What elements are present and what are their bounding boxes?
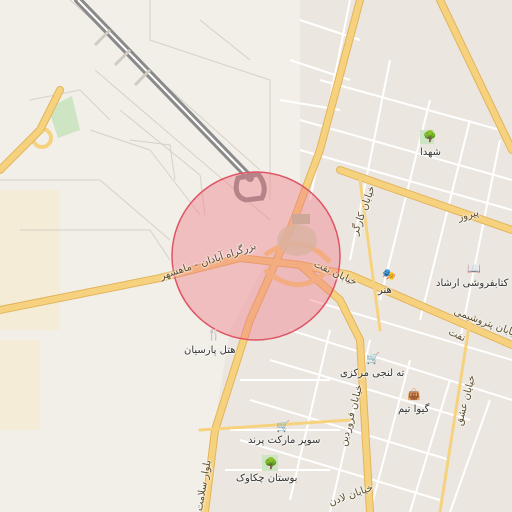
park-icon[interactable]: 🌳 [423, 130, 437, 144]
poi-label-giva-team[interactable]: گیوا تیم [398, 404, 429, 415]
poi-label-honar[interactable]: هنر [378, 285, 392, 296]
bag-icon[interactable]: 👜 [407, 388, 421, 402]
theater-icon[interactable]: 🎭 [382, 268, 396, 282]
restaurant-icon[interactable]: 🍴 [207, 328, 221, 342]
poi-label-bustan-chakavak[interactable]: بوستان چکاوک [236, 473, 297, 484]
poi-label-teh-lenji[interactable]: ته لنجی مرکزی [340, 368, 404, 379]
book-icon[interactable]: 📖 [467, 262, 481, 276]
poi-label-supermarket-parand[interactable]: سوپر مارکت پرند [248, 435, 320, 446]
poi-label-ketabforooshi[interactable]: کتابفروشی ارشاد [436, 278, 508, 289]
highlight-radius-circle [171, 171, 341, 341]
shop-icon[interactable]: 🛒 [276, 420, 290, 434]
poi-label-hotel-parsian[interactable]: هتل پارسیان [184, 345, 236, 356]
map-canvas[interactable]: بزرگراه آبادان - ماهشهر خیابان نفت نفت خ… [0, 0, 512, 512]
park-icon[interactable]: 🌳 [264, 457, 278, 471]
shop-icon[interactable]: 🛒 [366, 352, 380, 366]
poi-label-shohada[interactable]: شهدا [420, 147, 441, 158]
